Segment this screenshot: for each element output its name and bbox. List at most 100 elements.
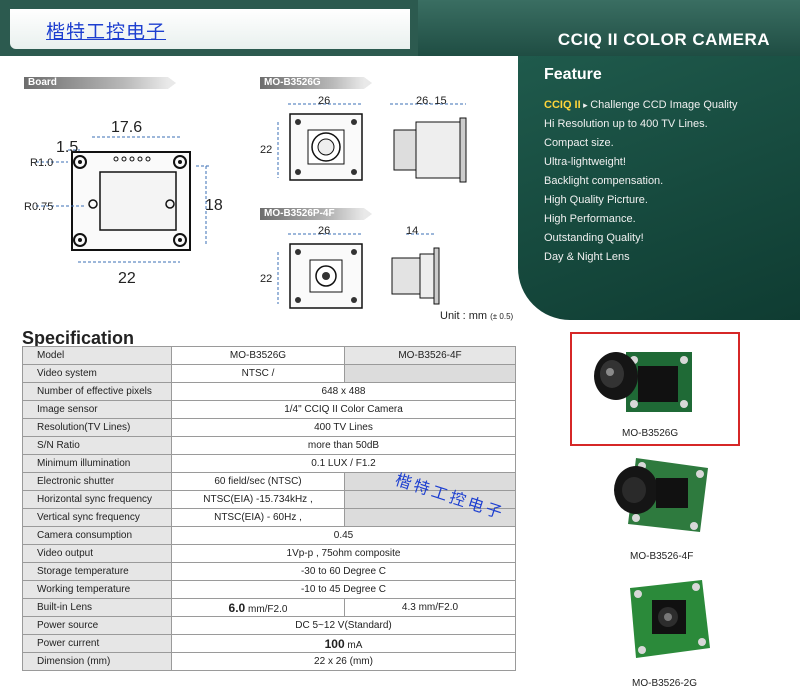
radius-075: R0.75 [24,201,54,213]
feature-list: CCIQ II ▸ Challenge CCD Image Quality Hi … [544,96,738,267]
spec-label: Built-in Lens [22,598,172,617]
unit-note: Unit : mm (± 0.5) [440,310,513,322]
feature-text: Outstanding Quality! [544,232,644,244]
feature-panel: Feature CCIQ II ▸ Challenge CCD Image Qu… [518,56,800,320]
spec-value-text: 400 TV Lines [314,422,373,433]
dim-height: 18 [205,197,223,214]
spec-value: more than 50dB [171,436,516,455]
model-b-diagram [277,233,440,309]
spec-value-emphasis: 100 [324,636,345,651]
camera-photo-2 [614,458,708,532]
table-row: Image sensor 1/4" CCIQ II Color Camera [22,400,516,419]
spec-value: 6.0 mm/F2.0 [171,598,345,617]
model-b-height: 22 [260,273,273,285]
spec-label: Number of effective pixels [22,382,172,401]
spec-value: -30 to 60 Degree C [171,562,516,581]
brand-plate: 楷特工控电子 [10,9,410,49]
header-banner-right: CCIQ II COLOR CAMERA [418,0,800,56]
spec-value-text: -10 to 45 Degree C [300,584,387,595]
feature-text: Day & Night Lens [544,251,630,263]
model-b-depth: 14 [406,225,419,237]
feature-text: Hi Resolution up to 400 TV Lines. [544,118,708,130]
spec-value: NTSC / [171,364,345,383]
table-row: S/N Ratio more than 50dB [22,436,516,455]
spec-label: Dimension (mm) [22,652,172,671]
spec-label: Storage temperature [22,562,172,581]
feature-text: Challenge CCD Image Quality [590,99,738,111]
spec-label: Electronic shutter [22,472,172,491]
board-tag: Board [24,77,176,89]
table-row: Minimum illumination 0.1 LUX / F1.2 [22,454,516,473]
table-row: Dimension (mm) 22 x 26 (mm) [22,652,516,671]
feature-item: Outstanding Quality! [544,229,738,248]
table-row: Vertical sync frequency NTSC(EIA) - 60Hz … [22,508,516,527]
spec-value-alt: 4.3 mm/F2.0 [344,598,516,617]
spec-value-alt [344,364,516,383]
table-row: Storage temperature -30 to 60 Degree C [22,562,516,581]
table-row: Power current 100 mA [22,634,516,653]
spec-value-text: mm/F2.0 [245,603,288,615]
photo-caption-1: MO-B3526G [622,428,679,439]
photo-caption-3: MO-B3526-2G [632,678,698,689]
table-row: Built-in Lens 6.0 mm/F2.0 4.3 mm/F2.0 [22,598,516,617]
feature-text: Ultra-lightweight! [544,156,626,168]
feature-highlight: CCIQ II [544,99,581,111]
radius-1: R1.0 [30,157,54,169]
model-a-depth: 26. 15 [416,95,447,107]
spec-value-text: 1/4" CCIQ II Color Camera [284,404,403,415]
spec-value-text: NTSC(EIA) -15.734kHz , [203,494,313,505]
spec-value: -10 to 45 Degree C [171,580,516,599]
table-row: Working temperature -10 to 45 Degree C [22,580,516,599]
feature-text: High Performance. [544,213,636,225]
spec-value: NTSC(EIA) - 60Hz , [171,508,345,527]
camera-photo-1 [594,352,692,412]
dim-top: 17.6 [111,119,143,136]
spec-value-text: 0.45 [333,530,354,541]
table-row: Power source DC 5~12 V(Standard) [22,616,516,635]
table-row: Video output 1Vp-p , 75ohm composite [22,544,516,563]
feature-item: Ultra-lightweight! [544,153,738,172]
spec-value: DC 5~12 V(Standard) [171,616,516,635]
table-row: Model MO-B3526G MO-B3526-4F [22,346,516,365]
dim-bottom: 22 [118,270,136,287]
feature-text: Backlight compensation. [544,175,664,187]
dim-left: 1.5 [56,139,79,156]
spec-value: 400 TV Lines [171,418,516,437]
brand-watermark: 楷特工控电子 [46,21,167,43]
unit-tolerance: (± 0.5) [490,312,514,321]
feature-item: High Quality Picrture. [544,191,738,210]
spec-value-text: 1Vp-p , 75ohm composite [286,548,401,559]
model-a-diagram [277,103,467,183]
feature-item: Backlight compensation. [544,172,738,191]
spec-value-text: 0.1 LUX / F1.2 [311,458,376,469]
feature-title: Feature [544,66,602,83]
spec-label: Horizontal sync frequency [22,490,172,509]
spec-value: 0.45 [171,526,516,545]
spec-label: Vertical sync frequency [22,508,172,527]
table-row: Camera consumption 0.45 [22,526,516,545]
sensor-mount [99,171,177,231]
feature-text: Compact size. [544,137,614,149]
table-row: Resolution(TV Lines) 400 TV Lines [22,418,516,437]
feature-item: CCIQ II ▸ Challenge CCD Image Quality [544,96,738,115]
spec-label: Working temperature [22,580,172,599]
spec-value-text: more than 50dB [307,440,380,451]
spec-value-text: -30 to 60 Degree C [300,566,387,577]
spec-value-text: DC 5~12 V(Standard) [295,620,392,631]
unit-label: Unit : mm [440,310,488,322]
feature-item: Hi Resolution up to 400 TV Lines. [544,115,738,134]
model-b-width: 26 [318,225,331,237]
spec-label: Power source [22,616,172,635]
spec-value: 22 x 26 (mm) [171,652,516,671]
spec-value-text: NTSC / [241,368,275,379]
spec-value-text: mA [344,639,363,651]
spec-value-text: MO-B3526G [229,350,287,361]
spec-value: MO-B3526G [171,346,345,365]
arrow-right-icon: ▸ [580,100,591,110]
spec-value: 648 x 488 [171,382,516,401]
spec-label: Minimum illumination [22,454,172,473]
spec-label: Image sensor [22,400,172,419]
spec-value-text: 22 x 26 (mm) [314,656,373,667]
spec-label: Model [22,346,172,365]
spec-value-text: 648 x 488 [321,386,366,397]
